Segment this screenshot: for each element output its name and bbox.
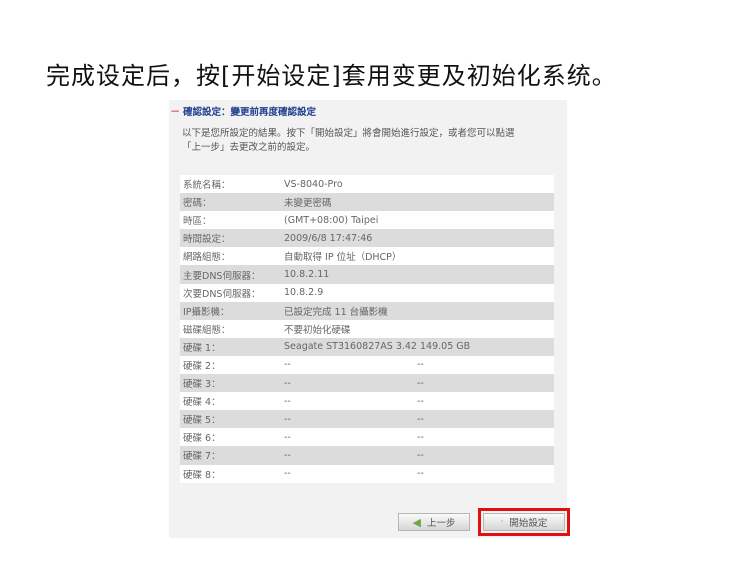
row-value-primary: 2009/6/8 17:47:46: [284, 232, 373, 244]
row-value-primary: 10.8.2.11: [284, 269, 330, 281]
row-value: -- --: [284, 468, 554, 479]
row-value-primary: --: [284, 449, 291, 461]
row-label: IP攝影機：: [183, 306, 230, 318]
table-row: 時區： (GMT+08:00) Taipei: [180, 211, 554, 230]
row-value-primary: --: [284, 377, 291, 389]
row-label: 硬碟 8：: [183, 469, 221, 481]
row-value-secondary: --: [417, 395, 424, 407]
collapse-minus-icon[interactable]: −: [169, 105, 181, 117]
table-row: IP攝影機： 已設定完成 11 台攝影機: [180, 301, 554, 320]
table-row: 密碼： 未變更密碼: [180, 193, 554, 212]
row-label: 硬碟 7：: [183, 451, 221, 463]
back-button-label: 上一步: [426, 518, 456, 529]
section-title: 確認設定：變更前再度確認設定: [183, 107, 317, 118]
row-label: 系統名稱：: [183, 180, 231, 192]
row-value-primary: --: [284, 359, 291, 371]
row-value-primary: 自動取得 IP 位址（DHCP）: [284, 252, 402, 264]
row-label: 次要DNS伺服器：: [183, 288, 261, 300]
confirm-settings-panel: − 確認設定：變更前再度確認設定 以下是您所設定的結果。按下「開始設定」將會開始…: [169, 100, 567, 538]
row-value-primary: --: [284, 395, 291, 407]
table-row: 磁碟組態： 不要初始化硬碟: [180, 319, 554, 338]
row-label: 密碼：: [183, 198, 212, 210]
row-label: 時區：: [183, 216, 212, 228]
row-value: 不要初始化硬碟: [284, 322, 554, 336]
row-label: 硬碟 1：: [183, 342, 221, 354]
row-value-secondary: --: [417, 359, 424, 371]
row-value: 自動取得 IP 位址（DHCP）: [284, 249, 554, 263]
row-value: -- --: [284, 450, 554, 461]
row-value: 10.8.2.11: [284, 269, 554, 280]
row-value: 未變更密碼: [284, 195, 554, 209]
row-value: 10.8.2.9: [284, 287, 554, 298]
row-value-primary: 不要初始化硬碟: [284, 324, 351, 336]
table-row: 硬碟 7： -- --: [180, 446, 554, 465]
intro-line-2: 「上一步」去更改之前的設定。: [182, 142, 316, 153]
slide-title: 完成设定后，按[开始设定]套用变更及初始化系统。: [46, 62, 617, 90]
row-value-primary: 已設定完成 11 台攝影機: [284, 306, 388, 318]
row-label: 硬碟 4：: [183, 397, 221, 409]
row-value-primary: --: [284, 468, 291, 480]
row-value: VS-8040-Pro: [284, 179, 554, 190]
back-button[interactable]: ◀ 上一步: [398, 513, 470, 531]
row-value-primary: --: [284, 413, 291, 425]
row-value: Seagate ST3160827AS 3.42 149.05 GB: [284, 341, 554, 352]
intro-line-1: 以下是您所設定的結果。按下「開始設定」將會開始進行設定，或者您可以點選: [182, 128, 515, 139]
highlight-box: [478, 508, 570, 536]
row-label: 磁碟組態：: [183, 324, 231, 336]
row-value-secondary: --: [417, 413, 424, 425]
row-value-primary: VS-8040-Pro: [284, 178, 343, 190]
row-value: -- --: [284, 359, 554, 370]
row-label: 主要DNS伺服器：: [183, 270, 261, 282]
row-value-primary: 未變更密碼: [284, 198, 332, 210]
row-value-secondary: --: [417, 377, 424, 389]
table-row: 硬碟 4： -- --: [180, 392, 554, 411]
row-label: 時間設定：: [183, 234, 231, 246]
row-value: -- --: [284, 396, 554, 407]
row-value-secondary: --: [417, 449, 424, 461]
table-row: 次要DNS伺服器： 10.8.2.9: [180, 283, 554, 302]
row-value-secondary: --: [417, 468, 424, 480]
row-value: (GMT+08:00) Taipei: [284, 215, 554, 226]
intro-text: 以下是您所設定的結果。按下「開始設定」將會開始進行設定，或者您可以點選 「上一步…: [182, 127, 552, 155]
arrow-left-icon: ◀: [412, 515, 421, 529]
table-row: 系統名稱： VS-8040-Pro: [180, 175, 554, 194]
table-row: 網路組態： 自動取得 IP 位址（DHCP）: [180, 247, 554, 266]
table-row: 主要DNS伺服器： 10.8.2.11: [180, 265, 554, 284]
table-row: 硬碟 5： -- --: [180, 410, 554, 429]
row-label: 硬碟 5：: [183, 415, 221, 427]
row-value-secondary: --: [417, 431, 424, 443]
row-label: 網路組態：: [183, 252, 231, 264]
row-value-primary: 10.8.2.9: [284, 287, 324, 299]
table-row: 硬碟 1： Seagate ST3160827AS 3.42 149.05 GB: [180, 337, 554, 356]
row-label: 硬碟 2：: [183, 360, 221, 372]
table-row: 硬碟 2： -- --: [180, 355, 554, 375]
table-row: 硬碟 3： -- --: [180, 374, 554, 393]
table-row: 硬碟 6： -- --: [180, 428, 554, 447]
table-row: 硬碟 8： -- --: [180, 464, 554, 483]
section-header[interactable]: − 確認設定：變更前再度確認設定: [169, 104, 316, 118]
row-value: -- --: [284, 432, 554, 443]
row-value: -- --: [284, 414, 554, 425]
row-value-primary: Seagate ST3160827AS 3.42 149.05 GB: [284, 341, 471, 353]
row-label: 硬碟 3：: [183, 379, 221, 391]
row-value: -- --: [284, 378, 554, 389]
settings-summary-table: 系統名稱： VS-8040-Pro 密碼： 未變更密碼時區： (GMT+08:00) T…: [180, 175, 554, 483]
row-value: 2009/6/8 17:47:46: [284, 233, 554, 244]
row-label: 硬碟 6：: [183, 433, 221, 445]
row-value-primary: --: [284, 431, 291, 443]
row-value: 已設定完成 11 台攝影機: [284, 304, 554, 318]
table-row: 時間設定： 2009/6/8 17:47:46: [180, 229, 554, 248]
row-value-primary: (GMT+08:00) Taipei: [284, 214, 379, 226]
